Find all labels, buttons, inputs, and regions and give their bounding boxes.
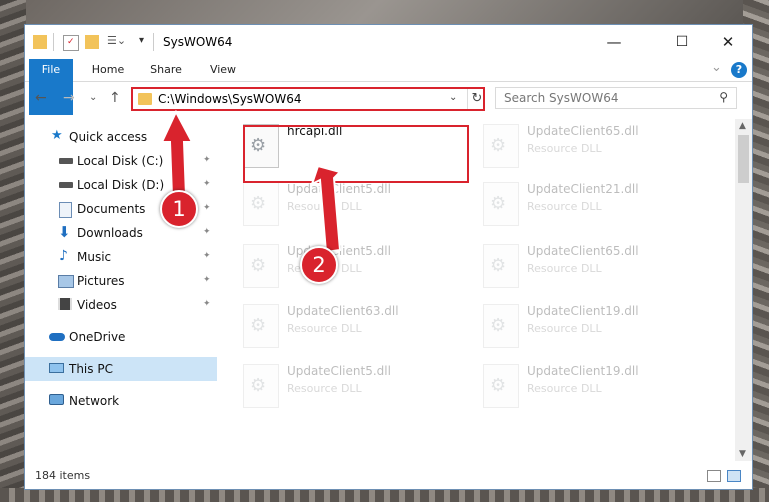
arrow-1 [160,109,194,197]
callout-1: 1 [160,190,198,228]
arrow-2 [310,164,342,254]
annotation-arrows [160,109,342,254]
callout-2: 2 [300,246,338,284]
